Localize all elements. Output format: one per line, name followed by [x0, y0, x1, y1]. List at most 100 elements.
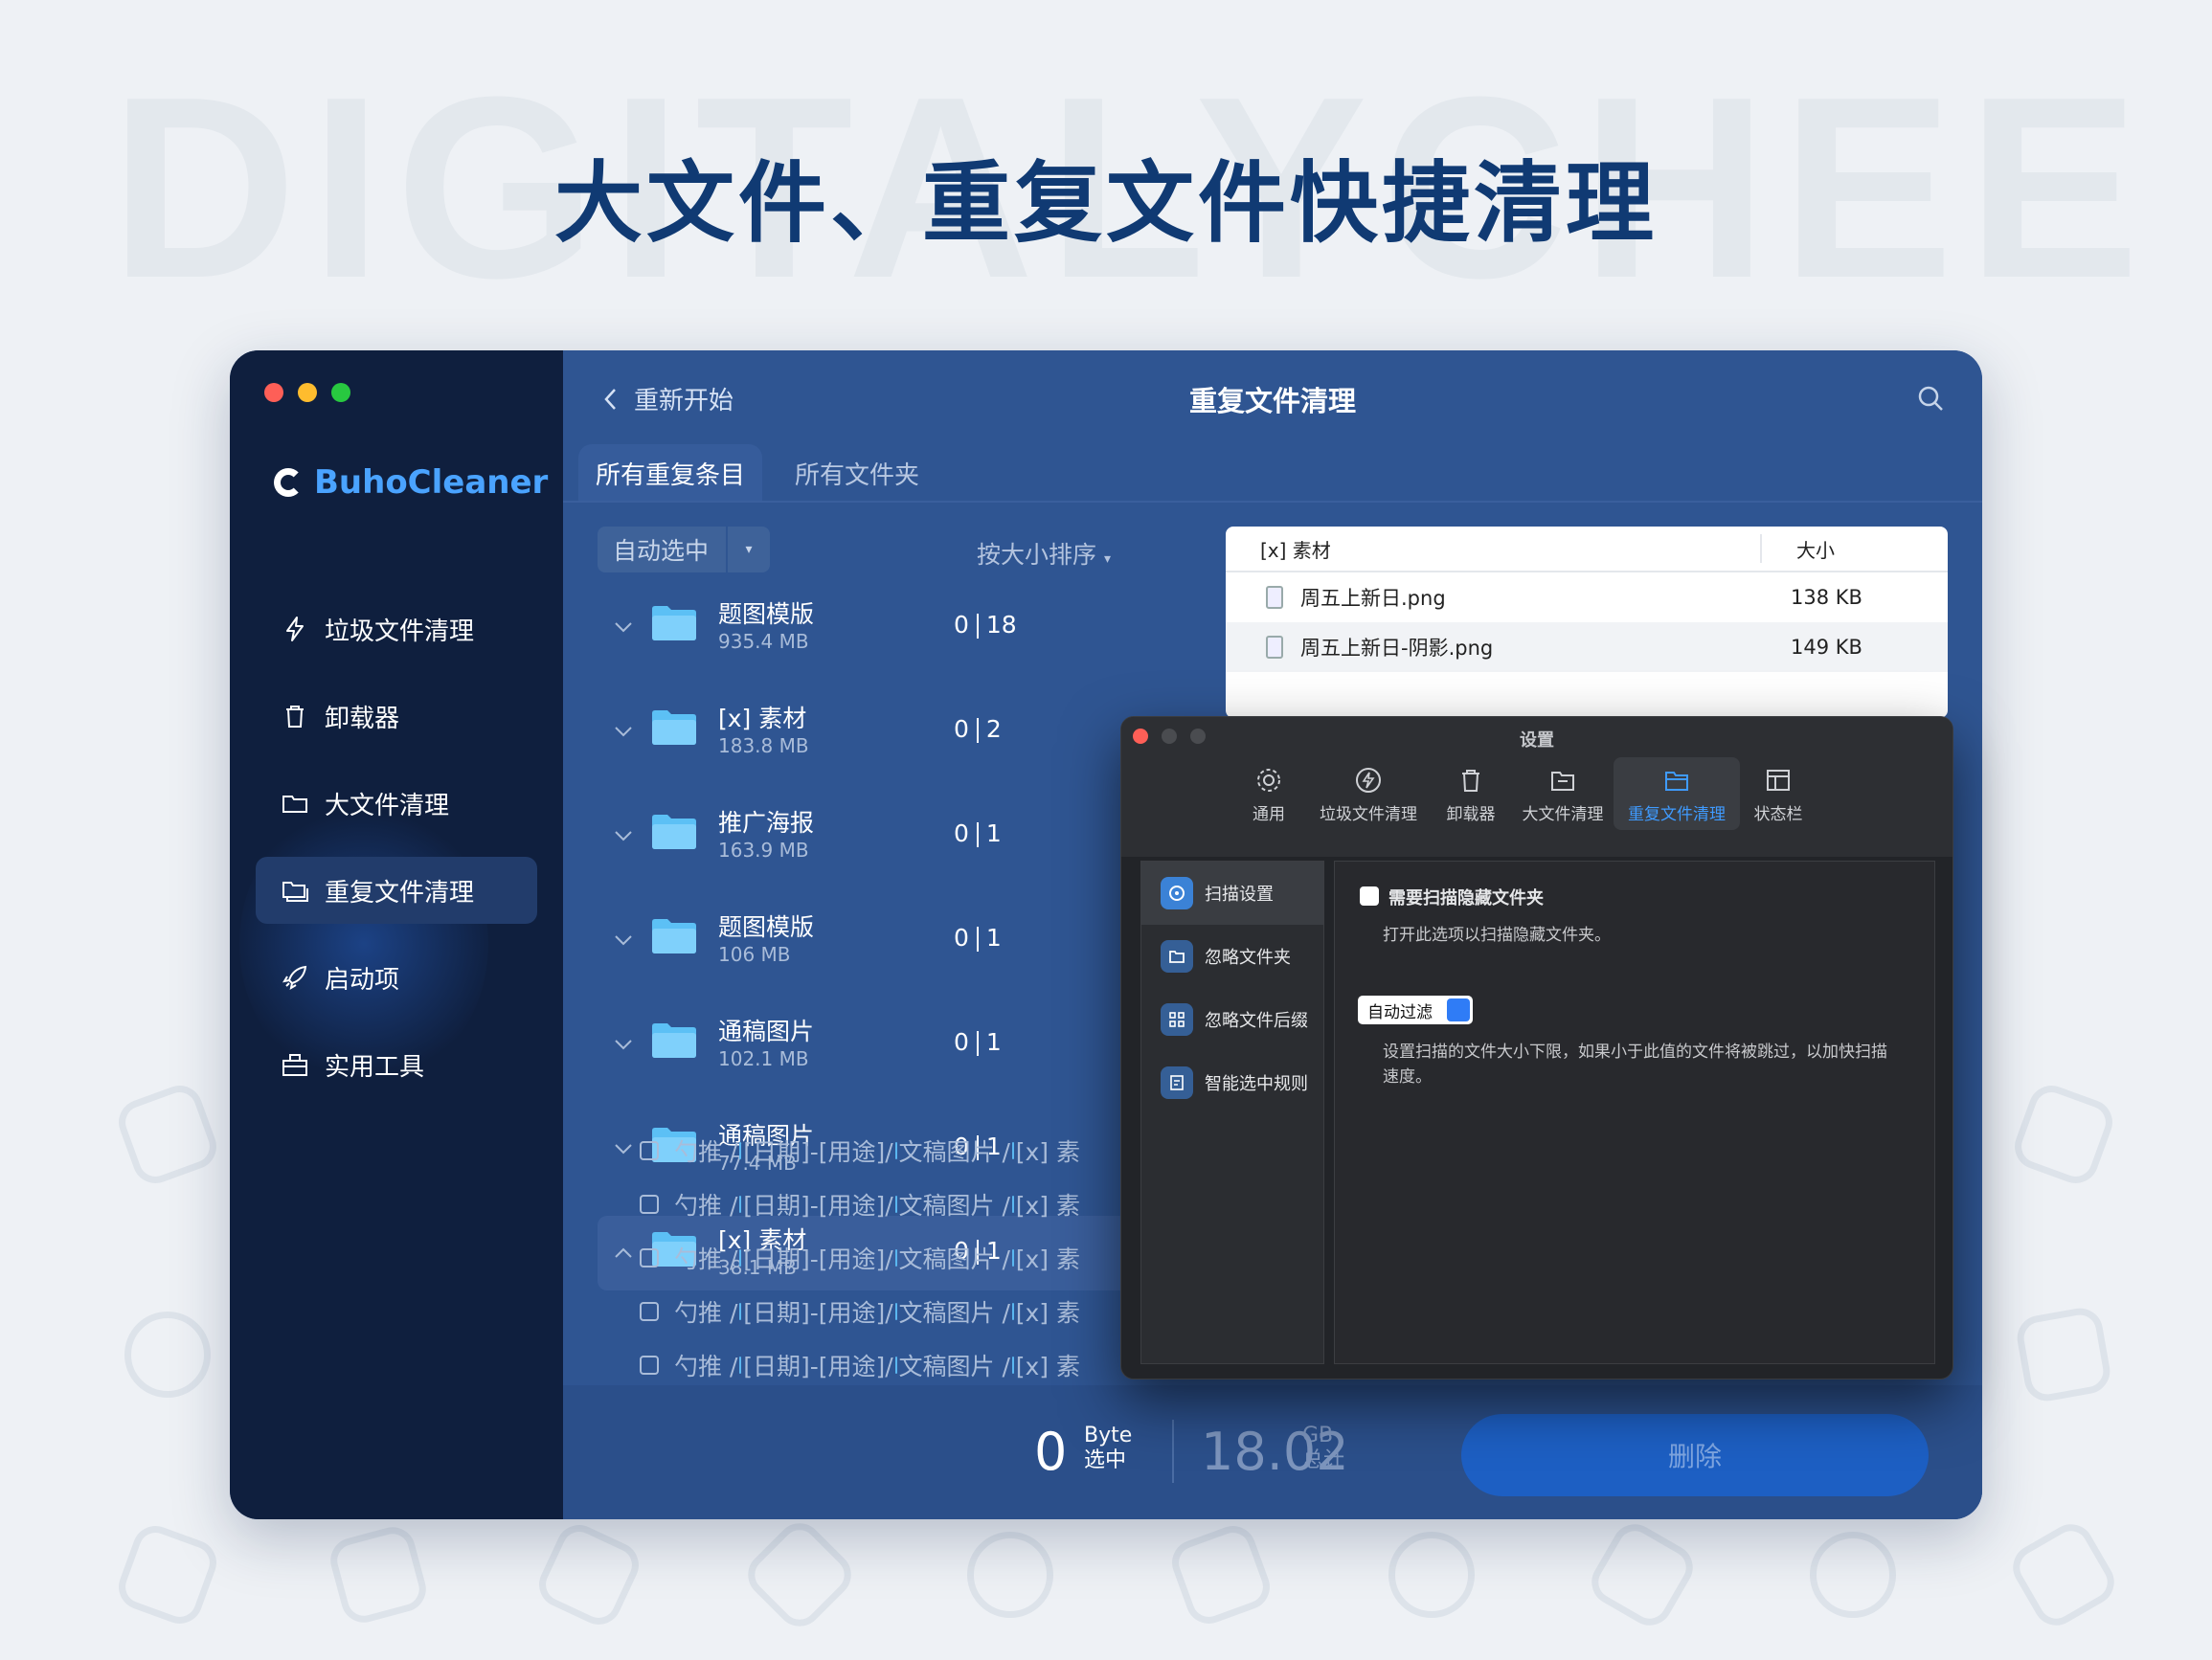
duplicate-file-path-row[interactable]: 勺推 / [日期]-[用途]/文稿图片 / [x] 素 — [640, 1292, 1080, 1331]
file-checkbox[interactable] — [640, 1141, 659, 1160]
settings-nav-label: 忽略文件夹 — [1205, 948, 1291, 968]
file-checkbox[interactable] — [640, 1248, 659, 1267]
auto-select-dropdown[interactable]: 自动选中 ▾ — [598, 527, 770, 572]
settings-tab-general[interactable]: 通用 — [1229, 757, 1309, 830]
sidebar-item-label: 大文件清理 — [325, 791, 450, 820]
image-file-icon — [1266, 636, 1283, 659]
file-row[interactable]: 周五上新日-阴影.png 149 KB — [1226, 622, 1948, 672]
sort-dropdown[interactable]: 按大小排序 ▾ — [977, 536, 1111, 571]
decor-icon — [325, 1521, 432, 1628]
settings-tab-duplicates[interactable]: 重复文件清理 — [1614, 757, 1740, 830]
settings-nav-ignore-extensions[interactable]: 忽略文件后缀 — [1141, 988, 1323, 1051]
decor-icon — [738, 1514, 861, 1636]
path-segment: [x] 素 — [1015, 1353, 1080, 1380]
duplicate-group-row[interactable]: [x] 素材 183.8 MB 0 2 — [598, 694, 1153, 769]
duplicate-file-path-row[interactable]: 勺推 / [日期]-[用途]/文稿图片 / [x] 素 — [640, 1132, 1080, 1170]
path-segment: 勺推 / — [674, 1299, 738, 1327]
group-size: 106 MB — [718, 943, 791, 966]
footer-divider — [1172, 1420, 1174, 1483]
sidebar-item-toolkit[interactable]: 实用工具 — [256, 1031, 537, 1098]
minimize-window-button[interactable] — [298, 383, 317, 402]
duplicate-group-row[interactable]: 题图模版 106 MB 0 1 — [598, 903, 1153, 977]
group-size: 163.9 MB — [718, 839, 809, 862]
duplicate-file-path-row[interactable]: 勺推 / [日期]-[用途]/文稿图片 / [x] 素 — [640, 1346, 1080, 1384]
folder-icon — [739, 1357, 742, 1374]
folder-icon — [739, 1142, 742, 1159]
file-checkbox[interactable] — [640, 1356, 659, 1375]
size-filter-select[interactable]: 自动过滤 — [1358, 996, 1473, 1024]
delete-button[interactable]: 删除 — [1461, 1414, 1929, 1496]
zoom-window-button[interactable] — [331, 383, 350, 402]
sidebar-item-duplicates[interactable]: 重复文件清理 — [256, 857, 537, 924]
chevron-down-icon[interactable] — [611, 928, 636, 953]
settings-tab-status-bar[interactable]: 状态栏 — [1744, 757, 1813, 830]
settings-tab-label: 重复文件清理 — [1628, 805, 1726, 824]
path-segment: [x] 素 — [1015, 1299, 1080, 1327]
group-count: 02 — [954, 715, 1002, 743]
group-total-count: 2 — [985, 715, 1002, 743]
settings-nav-label: 忽略文件后缀 — [1205, 1011, 1308, 1031]
chevron-down-icon[interactable] — [611, 1136, 636, 1161]
path-segment: 文稿图片 / — [898, 1192, 1010, 1220]
group-name: 题图模版 — [718, 600, 815, 628]
scan-hidden-checkbox[interactable] — [1360, 886, 1379, 906]
panel-col-size: 大小 — [1796, 538, 1835, 562]
path-segment: [日期]-[用途]/ — [743, 1192, 893, 1220]
folder-icon — [894, 1249, 897, 1267]
folder-icon — [1011, 1357, 1014, 1374]
settings-nav-smart-rules[interactable]: 智能选中规则 — [1141, 1051, 1323, 1114]
folder-icon — [1011, 1196, 1014, 1213]
duplicate-group-row[interactable]: 推广海报 163.9 MB 0 1 — [598, 798, 1153, 873]
file-name: 周五上新日-阴影.png — [1300, 637, 1494, 660]
file-checkbox[interactable] — [640, 1195, 659, 1214]
settings-tab-uninstaller[interactable]: 卸载器 — [1430, 757, 1512, 830]
rules-icon — [1161, 1066, 1193, 1099]
search-icon[interactable] — [1917, 385, 1944, 412]
chevron-down-icon[interactable] — [611, 1032, 636, 1057]
close-window-button[interactable] — [264, 383, 283, 402]
settings-nav-ignore-folders[interactable]: 忽略文件夹 — [1141, 925, 1323, 988]
trash-icon — [1462, 770, 1479, 792]
settings-tab-junk[interactable]: 垃圾文件清理 — [1309, 757, 1428, 830]
sidebar-item-uninstaller[interactable]: 卸载器 — [256, 683, 537, 750]
duplicate-group-row[interactable]: 题图模版 935.4 MB 0 18 — [598, 590, 1153, 664]
decor-icon — [2013, 1304, 2114, 1405]
decor-icon — [2004, 1515, 2123, 1634]
tab-all-folders[interactable]: 所有文件夹 — [778, 444, 937, 502]
folder-icon — [1011, 1249, 1014, 1267]
folder-icon — [652, 606, 696, 640]
tab-all-duplicates[interactable]: 所有重复条目 — [578, 444, 763, 502]
duplicate-folder-icon — [282, 882, 308, 902]
chevron-down-icon[interactable] — [611, 615, 636, 639]
selected-size-unit: Byte 选中 — [1084, 1424, 1132, 1473]
settings-tab-label: 通用 — [1253, 805, 1285, 824]
chevron-up-icon[interactable] — [611, 1241, 636, 1266]
group-selected-count: 0 — [954, 1028, 969, 1056]
chevron-down-icon[interactable] — [611, 719, 636, 744]
panel-col-name: [x] 素材 — [1260, 538, 1331, 562]
sidebar-item-junk-clean[interactable]: 垃圾文件清理 — [256, 595, 537, 662]
group-name: [x] 素材 — [718, 705, 807, 732]
group-selected-count: 0 — [954, 819, 969, 847]
sort-label: 按大小排序 — [977, 541, 1097, 569]
size-filter-value: 自动过滤 — [1367, 1002, 1433, 1022]
duplicate-file-path-row[interactable]: 勺推 / [日期]-[用途]/文稿图片 / [x] 素 — [640, 1239, 1080, 1277]
folder-icon — [739, 1196, 742, 1213]
settings-nav-scan[interactable]: 扫描设置 — [1141, 862, 1323, 925]
sidebar-item-label: 重复文件清理 — [325, 878, 475, 908]
caret-down-icon[interactable]: ▾ — [728, 542, 770, 557]
sidebar-item-startup[interactable]: 启动项 — [256, 944, 537, 1011]
sidebar-item-large-files[interactable]: 大文件清理 — [256, 770, 537, 837]
file-row[interactable]: 周五上新日.png 138 KB — [1226, 572, 1948, 622]
settings-tab-large-files[interactable]: 大文件清理 — [1514, 757, 1612, 830]
chevron-down-icon[interactable] — [611, 823, 636, 848]
file-detail-panel: [x] 素材 大小 周五上新日.png 138 KB 周五上新日-阴影.png … — [1226, 527, 1948, 718]
folder-icon — [652, 1023, 696, 1058]
settings-tab-label: 大文件清理 — [1522, 805, 1604, 824]
scan-hidden-label: 需要扫描隐藏文件夹 — [1388, 888, 1544, 909]
duplicate-group-row[interactable]: 通稿图片 102.1 MB 0 1 — [598, 1007, 1153, 1082]
duplicate-file-path-row[interactable]: 勺推 / [日期]-[用途]/文稿图片 / [x] 素 — [640, 1185, 1080, 1223]
decor-icon — [112, 1519, 223, 1630]
file-checkbox[interactable] — [640, 1302, 659, 1321]
panel-header: [x] 素材 大小 — [1226, 527, 1948, 572]
